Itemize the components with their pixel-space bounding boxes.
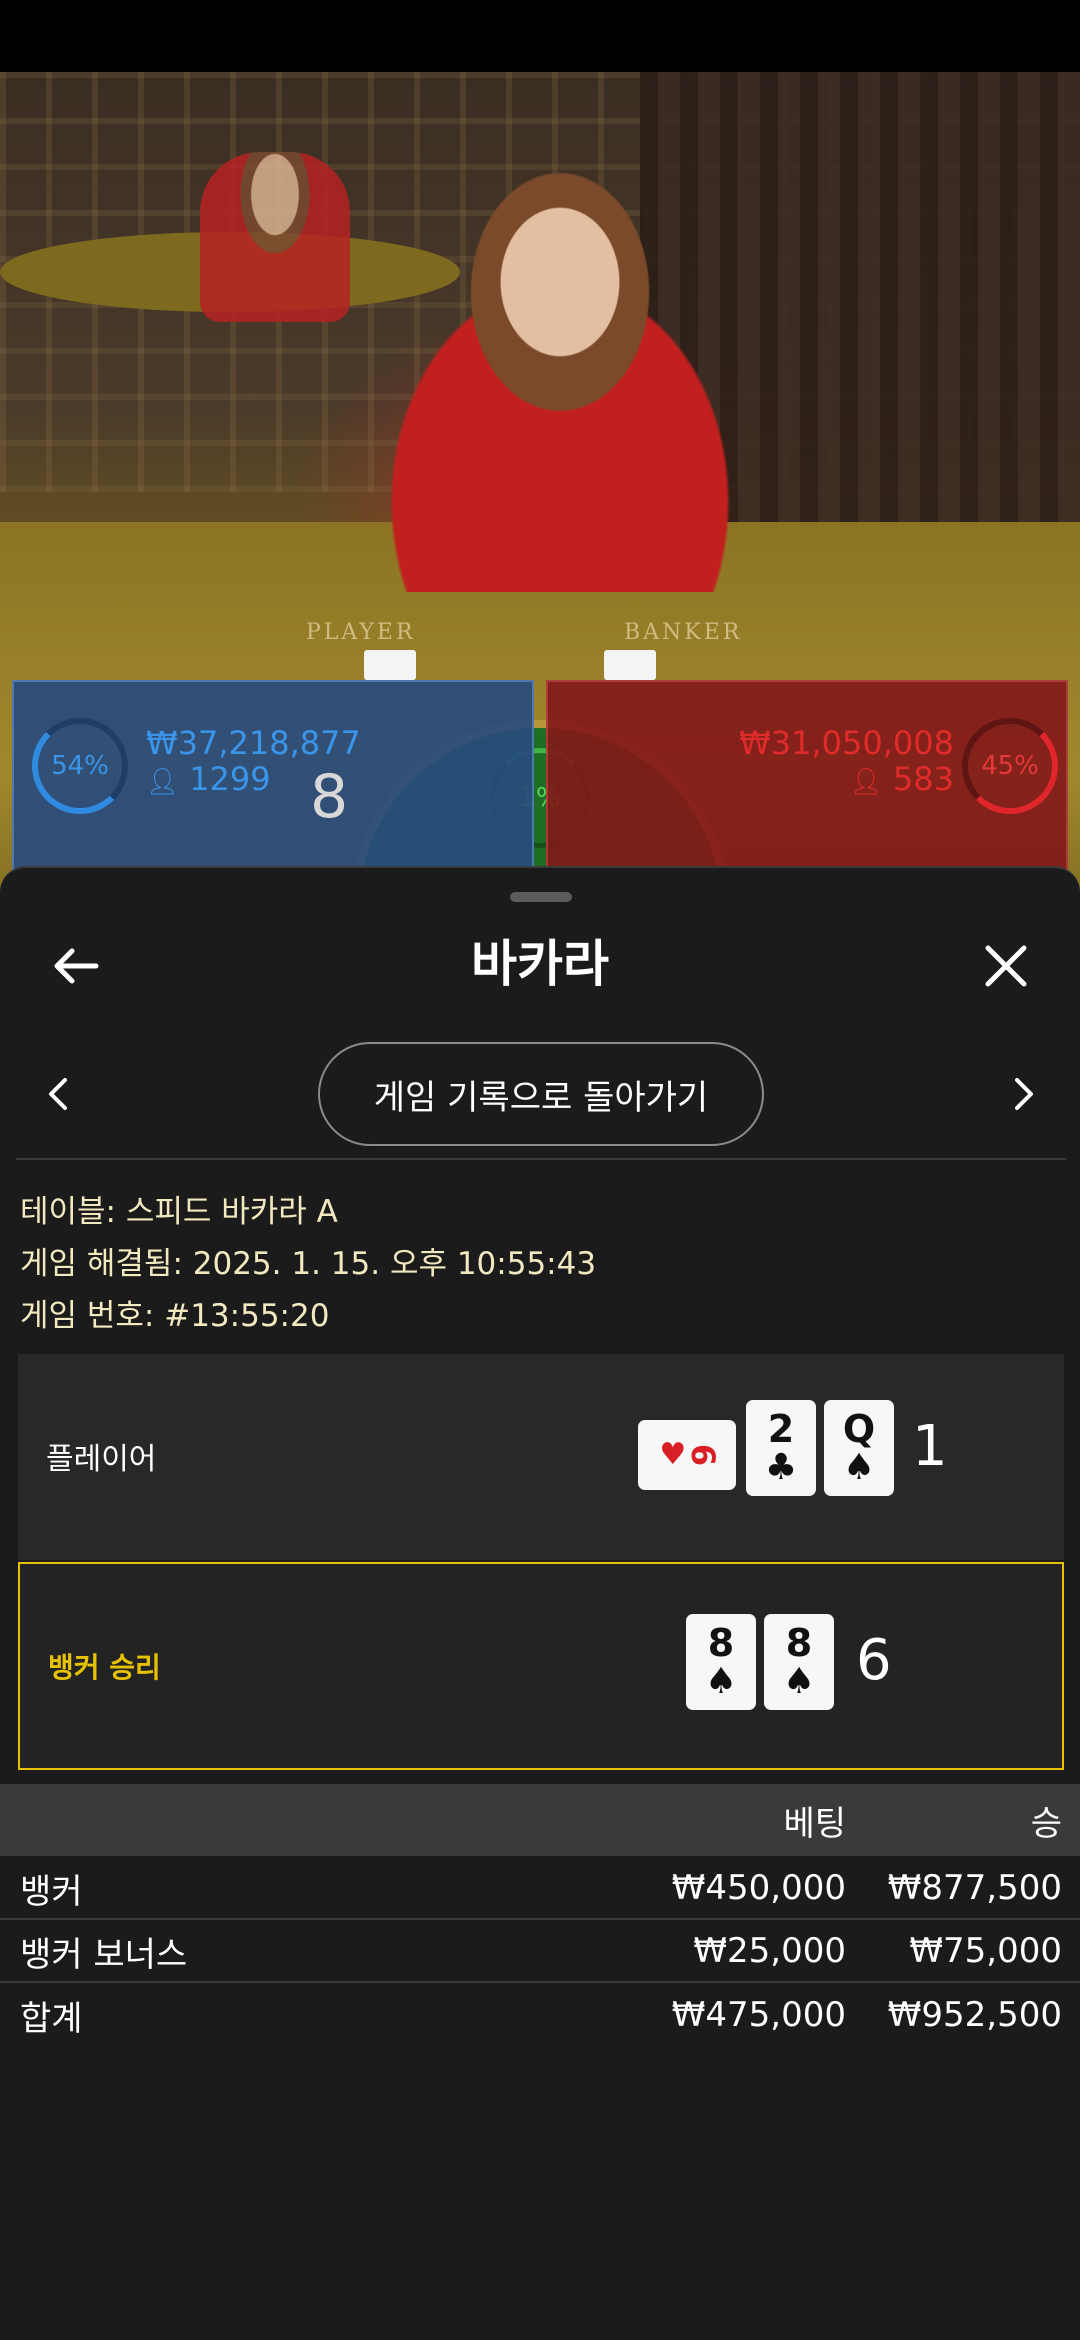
info-table: 테이블: 스피드 바카라 A: [20, 1194, 338, 1230]
card-suit: ♠: [704, 1661, 738, 1702]
divider: [16, 1158, 1066, 1160]
player-score-overlay: 8: [310, 762, 349, 832]
info-game-number: 게임 번호: #13:55:20: [20, 1298, 330, 1334]
row-name: 합계: [20, 1998, 83, 2039]
close-icon: [985, 945, 1027, 987]
player-score: 1: [912, 1414, 948, 1479]
previous-game-button[interactable]: [30, 1064, 86, 1124]
player-percent-ring: 54%: [32, 718, 128, 814]
row-name: 뱅커: [20, 1871, 83, 1912]
table-row: 뱅커 ₩450,000 ₩877,500: [0, 1858, 1080, 1920]
table-row: 뱅커 보너스 ₩25,000 ₩75,000: [0, 1921, 1080, 1983]
chevron-right-icon: [1015, 1078, 1033, 1110]
page-title: 바카라: [471, 935, 609, 993]
row-bet: ₩450,000: [671, 1868, 846, 1908]
banker-bet-area[interactable]: ₩31,050,008 👤︎ 583 45%: [546, 680, 1068, 890]
banker-hand-row: 뱅커 승리 8 ♠ 8 ♠ 6: [18, 1562, 1064, 1770]
row-bet: ₩475,000: [671, 1995, 846, 2035]
row-win: ₩75,000: [909, 1931, 1062, 1971]
row-win: ₩952,500: [887, 1995, 1062, 2035]
dealer: [390, 172, 730, 592]
banker-score: 6: [856, 1628, 892, 1693]
banker-bet-amount: ₩31,050,008: [739, 724, 954, 762]
person-icon: 👤︎: [849, 767, 883, 797]
banker-percent: 45%: [981, 751, 1039, 781]
banker-percent-ring: 45%: [962, 718, 1058, 814]
banker-bettors-count: 583: [892, 760, 954, 798]
player-hand-label: 플레이어: [46, 1442, 157, 1477]
row-win: ₩877,500: [887, 1868, 1062, 1908]
back-to-history-button[interactable]: 게임 기록으로 돌아가기: [318, 1042, 764, 1146]
header-bet: 베팅: [783, 1803, 846, 1844]
card-suit: ♣: [764, 1447, 798, 1488]
banker-card-1: 8 ♠: [686, 1614, 756, 1710]
player-percent: 54%: [51, 751, 109, 781]
banker-bettors: 👤︎ 583: [850, 760, 954, 798]
player-card-1: ♥ 6: [638, 1420, 736, 1490]
player-card-2: 2 ♣: [746, 1400, 816, 1496]
card-rank: 6: [684, 1443, 723, 1467]
card-rank: 8: [785, 1621, 813, 1665]
player-card-3: Q ♠: [824, 1400, 894, 1496]
player-bet-area[interactable]: 54% ₩37,218,877 👤︎ 1299: [12, 680, 534, 890]
person-icon: 👤︎: [146, 767, 180, 797]
player-bet-amount: ₩37,218,877: [146, 724, 361, 762]
player-bettors-count: 1299: [189, 760, 271, 798]
background-dealer: [200, 152, 350, 322]
table-label-player: PLAYER: [306, 620, 416, 645]
header-win: 승: [1030, 1803, 1062, 1844]
bets-table-header: 베팅 승: [0, 1784, 1080, 1856]
player-bettors: 👤︎ 1299: [146, 760, 271, 798]
row-bet: ₩25,000: [693, 1931, 846, 1971]
banker-hand-label: 뱅커 승리: [48, 1651, 161, 1684]
table-label-banker: BANKER: [624, 620, 743, 645]
close-button[interactable]: [972, 932, 1040, 1000]
card-suit: ♠: [782, 1661, 816, 1702]
sheet-grabber[interactable]: [510, 892, 572, 902]
player-hand-row: 플레이어 ♥ 6 2 ♣ Q ♠ 1: [18, 1354, 1064, 1560]
table-row-total: 합계 ₩475,000 ₩952,500: [0, 1984, 1080, 2046]
card-rank: Q: [842, 1407, 876, 1451]
game-history-sheet: 바카라 게임 기록으로 돌아가기 테이블: 스피드 바카라 A 게임 해결됨: …: [0, 866, 1080, 2340]
card-suit: ♥: [659, 1437, 687, 1472]
table-card: [604, 650, 656, 680]
card-rank: 2: [767, 1407, 795, 1451]
chevron-left-icon: [49, 1078, 67, 1110]
table-card: [364, 650, 416, 680]
card-rank: 8: [707, 1621, 735, 1665]
banker-card-2: 8 ♠: [764, 1614, 834, 1710]
row-name: 뱅커 보너스: [20, 1934, 188, 1975]
info-resolved: 게임 해결됨: 2025. 1. 15. 오후 10:55:43: [20, 1246, 597, 1282]
next-game-button[interactable]: [996, 1064, 1052, 1124]
card-suit: ♠: [842, 1447, 876, 1488]
